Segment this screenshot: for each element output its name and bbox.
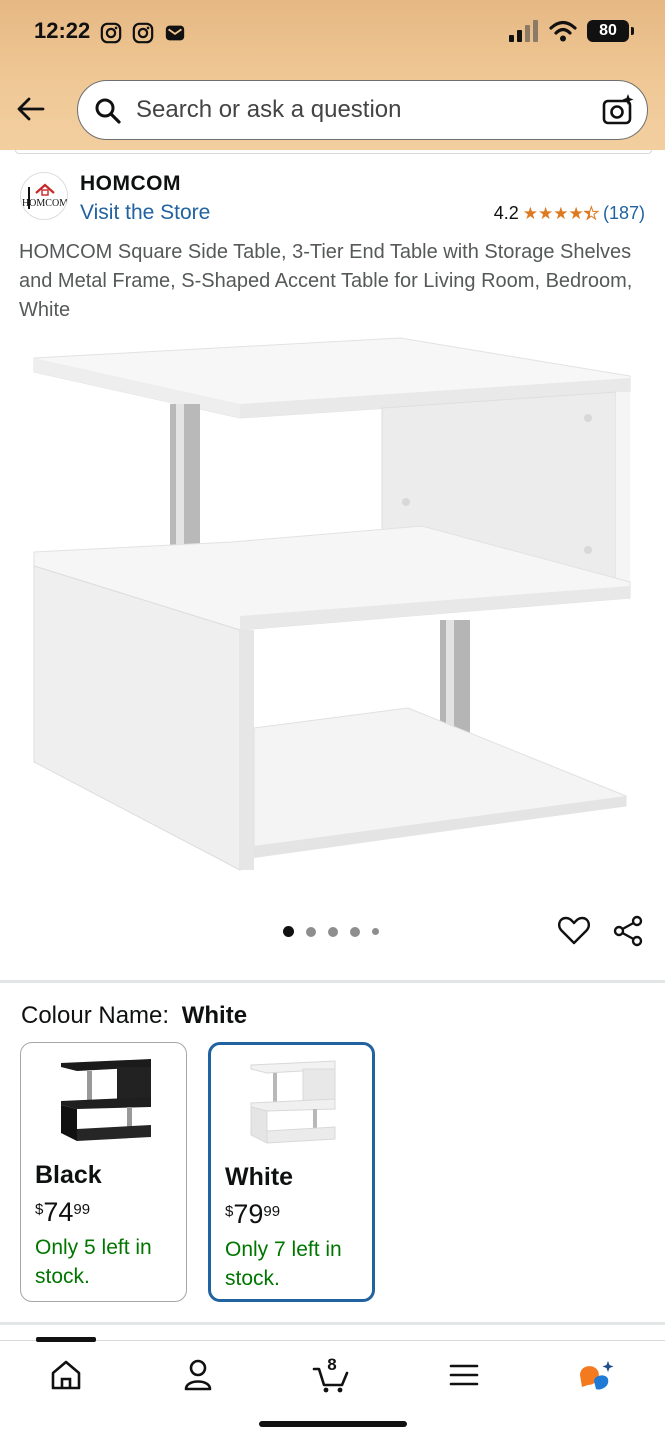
brand-name: HOMCOM: [80, 172, 181, 195]
homcom-logo-icon: HOMCOM: [22, 183, 67, 209]
visit-store-link[interactable]: Visit the Store: [80, 201, 210, 225]
cart-count-badge: 8: [327, 1355, 337, 1374]
colour-name-label: Colour Name: White: [21, 1002, 247, 1030]
price-fraction: 99: [73, 1201, 91, 1218]
star-full-icon: ★: [553, 204, 569, 223]
price-whole: 74: [43, 1197, 74, 1227]
star-partial-icon: ★: [583, 204, 599, 223]
instagram-icon: [132, 22, 154, 44]
carousel-dot[interactable]: [350, 926, 360, 937]
stock-status: Only 5 left in stock.: [35, 1236, 152, 1288]
signal-icon: [509, 20, 538, 42]
stock-status: Only 7 left in stock.: [225, 1238, 342, 1290]
status-indicators: 80: [509, 20, 634, 42]
price-currency: $: [225, 1203, 234, 1220]
wishlist-heart-icon[interactable]: [557, 914, 591, 948]
carousel-dot[interactable]: [328, 926, 338, 937]
variant-thumbnail-white: [250, 1060, 336, 1144]
price-currency: $: [35, 1201, 44, 1218]
search-placeholder: Search or ask a question: [136, 96, 402, 123]
star-full-icon: ★: [537, 204, 554, 223]
product-image[interactable]: [20, 330, 645, 890]
home-icon[interactable]: [46, 1355, 86, 1395]
status-time: 12:22: [34, 18, 91, 43]
brand-logo[interactable]: HOMCOM: [20, 172, 68, 220]
mail-icon: [165, 25, 185, 41]
back-arrow-icon[interactable]: [14, 92, 48, 126]
active-tab-indicator: [36, 1337, 96, 1342]
variant-swatch-black[interactable]: Black $ 74 99 Only 5 left in stock.: [20, 1042, 187, 1302]
variant-thumbnail-black: [61, 1059, 151, 1141]
home-indicator: [259, 1421, 407, 1427]
rating-summary[interactable]: 4.2 ★ ★ ★ ★ ★ (187): [494, 203, 645, 224]
battery-indicator: 80: [587, 20, 634, 42]
wifi-icon: [549, 20, 577, 42]
variant-price: $ 74 99: [35, 1197, 90, 1228]
carousel-dot[interactable]: [372, 928, 379, 935]
camera-search-icon[interactable]: [601, 93, 635, 127]
image-carousel-dots[interactable]: [283, 926, 379, 937]
rufus-assistant-icon[interactable]: [576, 1355, 616, 1395]
search-icon: [95, 98, 121, 124]
colour-label-text: Colour Name:: [21, 1002, 170, 1029]
section-divider: [0, 1322, 665, 1325]
product-title: HOMCOM Square Side Table, 3-Tier End Tab…: [19, 241, 633, 321]
divider: [15, 150, 652, 154]
price-whole: 79: [233, 1199, 264, 1229]
rating-value: 4.2: [493, 203, 519, 223]
star-full-icon: ★: [568, 204, 584, 223]
variant-price: $ 79 99: [225, 1199, 280, 1230]
app-header: 12:22 80 Search or ask a question: [0, 0, 665, 150]
carousel-dot-active[interactable]: [283, 926, 294, 937]
star-rating: ★ ★ ★ ★ ★: [522, 204, 600, 223]
account-icon[interactable]: [178, 1355, 218, 1395]
instagram-icon: [100, 22, 122, 44]
search-input[interactable]: Search or ask a question: [77, 80, 648, 140]
colour-selected-value: White: [181, 1002, 248, 1029]
star-full-icon: ★: [522, 204, 538, 223]
variant-name: White: [225, 1163, 294, 1191]
share-icon[interactable]: [612, 914, 646, 948]
section-divider: [0, 980, 665, 983]
variant-swatch-white[interactable]: White $ 79 99 Only 7 left in stock.: [208, 1042, 375, 1302]
carousel-dot[interactable]: [306, 926, 316, 937]
price-fraction: 99: [263, 1203, 281, 1220]
review-count: (187): [602, 203, 645, 223]
menu-icon[interactable]: [444, 1355, 484, 1395]
variant-name: Black: [35, 1161, 102, 1189]
